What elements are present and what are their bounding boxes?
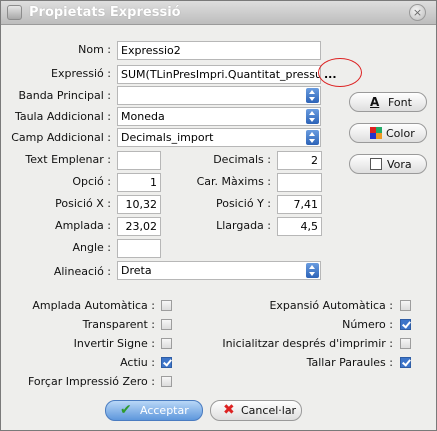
font-button[interactable]: A Font bbox=[349, 92, 427, 112]
banda-select[interactable] bbox=[117, 86, 321, 105]
cancel-button-label: Cancel·lar bbox=[241, 404, 297, 417]
check-label-invertir-signe: Invertir Signe : bbox=[73, 337, 155, 350]
accept-button-label: Acceptar bbox=[140, 404, 189, 417]
label-expressio: Expressió : bbox=[51, 67, 111, 80]
border-button-label: Vora bbox=[387, 158, 412, 171]
label-alineacio: Alineació : bbox=[53, 265, 111, 278]
camp-select-value: Decimals_import bbox=[121, 131, 214, 144]
label-angle: Angle : bbox=[72, 241, 111, 254]
check-label-actiu: Actiu : bbox=[120, 356, 155, 369]
opcio-field[interactable]: 1 bbox=[117, 173, 161, 192]
check-label-inicialitzar: Inicialitzar després d'imprimir : bbox=[222, 337, 393, 350]
posicio-y-field[interactable]: 7,41 bbox=[277, 195, 322, 214]
check-label-forcar-impressio-zero: Forçar Impressió Zero : bbox=[27, 375, 155, 388]
properties-dialog: Propietats Expressió × Nom : Expressió :… bbox=[0, 0, 437, 431]
expansio-automatica-checkbox[interactable] bbox=[400, 300, 411, 311]
label-car-maxims: Car. Màxims : bbox=[196, 175, 271, 188]
check-label-numero: Número : bbox=[342, 318, 393, 331]
alineacio-select[interactable]: Dreta bbox=[117, 261, 321, 280]
label-amplada: Amplada : bbox=[55, 219, 111, 232]
select-arrows-icon bbox=[306, 130, 319, 145]
text-emplenar-field[interactable] bbox=[117, 151, 161, 170]
car-maxims-field[interactable] bbox=[277, 173, 322, 192]
label-llargada: Llargada : bbox=[216, 219, 271, 232]
check-label-transparent: Transparent : bbox=[82, 318, 155, 331]
font-button-label: Font bbox=[388, 96, 412, 109]
inicialitzar-checkbox[interactable] bbox=[400, 338, 411, 349]
title-bar[interactable]: Propietats Expressió × bbox=[1, 1, 436, 25]
color-button-label: Color bbox=[386, 127, 415, 140]
color-palette-icon bbox=[370, 127, 382, 139]
transparent-checkbox[interactable] bbox=[161, 319, 172, 330]
angle-field[interactable] bbox=[117, 239, 161, 258]
label-banda: Banda Principal : bbox=[18, 89, 111, 102]
window-title: Propietats Expressió bbox=[29, 5, 181, 20]
label-posicio-y: Posició Y : bbox=[215, 197, 271, 210]
alineacio-select-value: Dreta bbox=[121, 264, 152, 277]
close-button[interactable]: × bbox=[409, 4, 426, 21]
checkmark-icon: ✔ bbox=[120, 402, 132, 418]
amplada-automatica-checkbox[interactable] bbox=[161, 300, 172, 311]
llargada-field[interactable]: 4,5 bbox=[277, 217, 322, 236]
label-posicio-x: Posició X : bbox=[55, 197, 111, 210]
border-button[interactable]: Vora bbox=[349, 154, 427, 174]
label-camp: Camp Addicional : bbox=[11, 131, 111, 144]
taula-select-value: Moneda bbox=[121, 110, 165, 123]
check-label-tallar-paraules: Tallar Paraules : bbox=[306, 356, 393, 369]
nom-field[interactable]: Expressio2 bbox=[117, 41, 321, 60]
annotation-circle bbox=[318, 58, 362, 87]
check-label-expansio-automatica: Expansió Automàtica : bbox=[269, 299, 393, 312]
expression-field[interactable]: SUM(TLinPresImpri.Quantitat_pressupost bbox=[117, 65, 321, 84]
label-text-emplenar: Text Emplenar : bbox=[25, 153, 111, 166]
accept-button[interactable]: ✔ Acceptar bbox=[105, 400, 203, 421]
color-button[interactable]: Color bbox=[349, 123, 427, 143]
decimals-field[interactable]: 2 bbox=[277, 151, 322, 170]
numero-checkbox[interactable] bbox=[400, 319, 411, 330]
amplada-field[interactable]: 23,02 bbox=[117, 217, 161, 236]
label-decimals: Decimals : bbox=[213, 153, 271, 166]
select-arrows-icon bbox=[306, 109, 319, 124]
posicio-x-field[interactable]: 10,32 bbox=[117, 195, 161, 214]
invertir-signe-checkbox[interactable] bbox=[161, 338, 172, 349]
cancel-x-icon: ✖ bbox=[223, 402, 235, 418]
cancel-button[interactable]: ✖ Cancel·lar bbox=[210, 400, 302, 421]
actiu-checkbox[interactable] bbox=[161, 357, 172, 368]
border-icon bbox=[370, 158, 382, 170]
label-opcio: Opció : bbox=[72, 175, 111, 188]
label-nom: Nom : bbox=[78, 43, 111, 56]
forcar-impressio-zero-checkbox[interactable] bbox=[161, 376, 172, 387]
window-menu-icon[interactable] bbox=[7, 5, 22, 20]
tallar-paraules-checkbox[interactable] bbox=[400, 357, 411, 368]
select-arrows-icon bbox=[306, 88, 319, 103]
check-label-amplada-automatica: Amplada Automàtica : bbox=[32, 299, 155, 312]
select-arrows-icon bbox=[306, 263, 319, 278]
taula-select[interactable]: Moneda bbox=[117, 107, 321, 126]
label-taula: Taula Addicional : bbox=[14, 110, 111, 123]
font-icon: A bbox=[370, 95, 380, 109]
camp-select[interactable]: Decimals_import bbox=[117, 128, 321, 147]
